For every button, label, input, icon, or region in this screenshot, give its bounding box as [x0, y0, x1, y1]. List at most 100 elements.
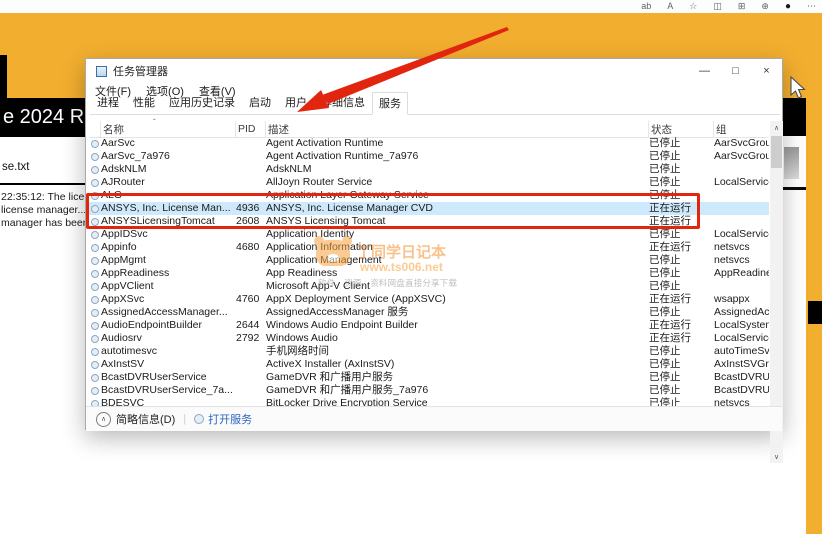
- collections-icon[interactable]: ⊞: [738, 2, 746, 11]
- cell-description: App Readiness: [266, 267, 649, 280]
- chevron-up-icon: ∧: [101, 415, 106, 423]
- cell-pid: 2644: [236, 319, 266, 332]
- cell-group: AarSvcGroup: [714, 150, 769, 163]
- service-list-header: 名称 ˆ PID 描述 状态 组: [89, 121, 769, 138]
- table-row[interactable]: AxInstSVActiveX Installer (AxInstSV)已停止A…: [89, 358, 769, 371]
- table-row[interactable]: ANSYS, Inc. License Man...4936ANSYS, Inc…: [89, 202, 769, 215]
- cell-group: AssignedAcc...: [714, 306, 769, 319]
- cell-status: 已停止: [649, 280, 714, 293]
- column-header-name[interactable]: 名称 ˆ: [101, 121, 236, 137]
- table-row[interactable]: Appinfo4680Application Information正在运行ne…: [89, 241, 769, 254]
- cell-group: autoTimeSvc: [714, 345, 769, 358]
- cell-group: netsvcs: [714, 254, 769, 267]
- cell-status: 正在运行: [649, 202, 714, 215]
- task-manager-titlebar[interactable]: 任务管理器 —□×: [86, 59, 782, 83]
- table-row[interactable]: ALGApplication Layer Gateway Service已停止: [89, 189, 769, 202]
- cell-name: AarSvc: [101, 137, 236, 150]
- cell-description: Agent Activation Runtime: [266, 137, 649, 150]
- table-row[interactable]: AarSvc_7a976Agent Activation Runtime_7a9…: [89, 150, 769, 163]
- log-line: license manager...: [1, 204, 85, 217]
- extension-badge-icon[interactable]: ●: [785, 2, 791, 12]
- table-row[interactable]: AppVClientMicrosoft App-V Client已停止: [89, 280, 769, 293]
- extensions-icon[interactable]: ⊕: [761, 2, 769, 11]
- service-gear-icon: [91, 387, 99, 395]
- tab-性能[interactable]: 性能: [126, 91, 162, 114]
- service-gear-icon: [91, 257, 99, 265]
- background-window-titlebar: e 2024 R2: [0, 98, 88, 137]
- footer-divider: |: [183, 413, 186, 425]
- cell-description: ActiveX Installer (AxInstSV): [266, 358, 649, 371]
- background-black-patch: [808, 301, 822, 324]
- cell-pid: 4760: [236, 293, 266, 306]
- cell-description: GameDVR 和广播用户服务_7a976: [266, 384, 649, 397]
- settings-menu-icon[interactable]: ⋯: [807, 2, 816, 11]
- cell-name: ANSYSLicensingTomcat: [101, 215, 236, 228]
- reading-list-icon[interactable]: ◫: [713, 2, 722, 11]
- tab-进程[interactable]: 进程: [90, 91, 126, 114]
- open-services-button[interactable]: 打开服务: [194, 411, 252, 427]
- read-aloud-icon[interactable]: A: [667, 2, 673, 11]
- footer-bar: ∧ 简略信息(D) | 打开服务: [86, 406, 782, 431]
- table-row[interactable]: AppReadinessApp Readiness已停止AppReadiness: [89, 267, 769, 280]
- table-row[interactable]: BcastDVRUserServiceGameDVR 和广播用户服务已停止Bca…: [89, 371, 769, 384]
- cell-name: AppXSvc: [101, 293, 236, 306]
- tab-详细信息[interactable]: 详细信息: [314, 91, 372, 114]
- cell-name: AarSvc_7a976: [101, 150, 236, 163]
- table-row[interactable]: AppIDSvcApplication Identity已停止LocalServ…: [89, 228, 769, 241]
- cell-description: Application Management: [266, 254, 649, 267]
- service-gear-icon: [91, 218, 99, 226]
- tab-服务[interactable]: 服务: [372, 92, 408, 115]
- cell-group: AarSvcGroup: [714, 137, 769, 150]
- column-header-status[interactable]: 状态: [649, 121, 714, 137]
- scrollbar-thumb[interactable]: [771, 136, 782, 168]
- background-window-edge: [0, 55, 7, 98]
- maximize-button[interactable]: □: [720, 59, 751, 83]
- tab-bar: 进程性能应用历史记录启动用户详细信息服务: [90, 97, 780, 115]
- service-gear-icon: [91, 270, 99, 278]
- minimize-button[interactable]: —: [689, 59, 720, 83]
- cell-status: 正在运行: [649, 319, 714, 332]
- table-row[interactable]: BcastDVRUserService_7a...GameDVR 和广播用户服务…: [89, 384, 769, 397]
- cell-description: Application Layer Gateway Service: [266, 189, 649, 202]
- column-header-pid[interactable]: PID: [236, 121, 266, 137]
- cell-description: Application Identity: [266, 228, 649, 241]
- column-header-description[interactable]: 描述: [266, 121, 649, 137]
- cell-description: AllJoyn Router Service: [266, 176, 649, 189]
- close-button[interactable]: ×: [751, 59, 782, 83]
- table-row[interactable]: AppMgmtApplication Management已停止netsvcs: [89, 254, 769, 267]
- cell-name: AxInstSV: [101, 358, 236, 371]
- background-divider-line: [0, 183, 85, 185]
- cell-name: Appinfo: [101, 241, 236, 254]
- scroll-down-icon[interactable]: ∨: [770, 450, 783, 463]
- table-row[interactable]: AJRouterAllJoyn Router Service已停止LocalSe…: [89, 176, 769, 189]
- cell-name: AppReadiness: [101, 267, 236, 280]
- table-row[interactable]: AudioEndpointBuilder2644Windows Audio En…: [89, 319, 769, 332]
- log-line: 22:35:12: The lice: [1, 191, 85, 204]
- table-row[interactable]: AarSvc Agent Activation Runtime已停止AarSvcG…: [89, 137, 769, 150]
- cell-group: BcastDVRUs...: [714, 371, 769, 384]
- translate-icon[interactable]: ab: [641, 2, 651, 11]
- tab-应用历史记录[interactable]: 应用历史记录: [162, 91, 242, 114]
- scroll-up-icon[interactable]: ∧: [770, 121, 783, 134]
- column-header-group[interactable]: 组: [714, 121, 769, 137]
- cell-status: 正在运行: [649, 332, 714, 345]
- cell-name: AudioEndpointBuilder: [101, 319, 236, 332]
- collapse-details-button[interactable]: ∧: [96, 412, 111, 427]
- cell-name: AppIDSvc: [101, 228, 236, 241]
- service-gear-icon: [91, 335, 99, 343]
- table-row[interactable]: ANSYSLicensingTomcat2608ANSYS Licensing …: [89, 215, 769, 228]
- cell-status: 已停止: [649, 137, 714, 150]
- table-row[interactable]: AdskNLMAdskNLM已停止: [89, 163, 769, 176]
- table-row[interactable]: AssignedAccessManager...AssignedAccessMa…: [89, 306, 769, 319]
- service-gear-icon: [91, 140, 99, 148]
- fewer-details-button[interactable]: 简略信息(D): [116, 411, 175, 427]
- favorites-star-icon[interactable]: ☆: [689, 2, 697, 11]
- service-gear-icon: [91, 283, 99, 291]
- log-line: manager has been: [1, 217, 85, 230]
- table-row[interactable]: AppXSvc4760AppX Deployment Service (AppX…: [89, 293, 769, 306]
- tab-启动[interactable]: 启动: [242, 91, 278, 114]
- table-row[interactable]: autotimesvc手机网络时间已停止autoTimeSvc: [89, 345, 769, 358]
- tab-用户[interactable]: 用户: [278, 91, 314, 114]
- table-row[interactable]: Audiosrv2792Windows Audio正在运行LocalServic…: [89, 332, 769, 345]
- cell-name: Audiosrv: [101, 332, 236, 345]
